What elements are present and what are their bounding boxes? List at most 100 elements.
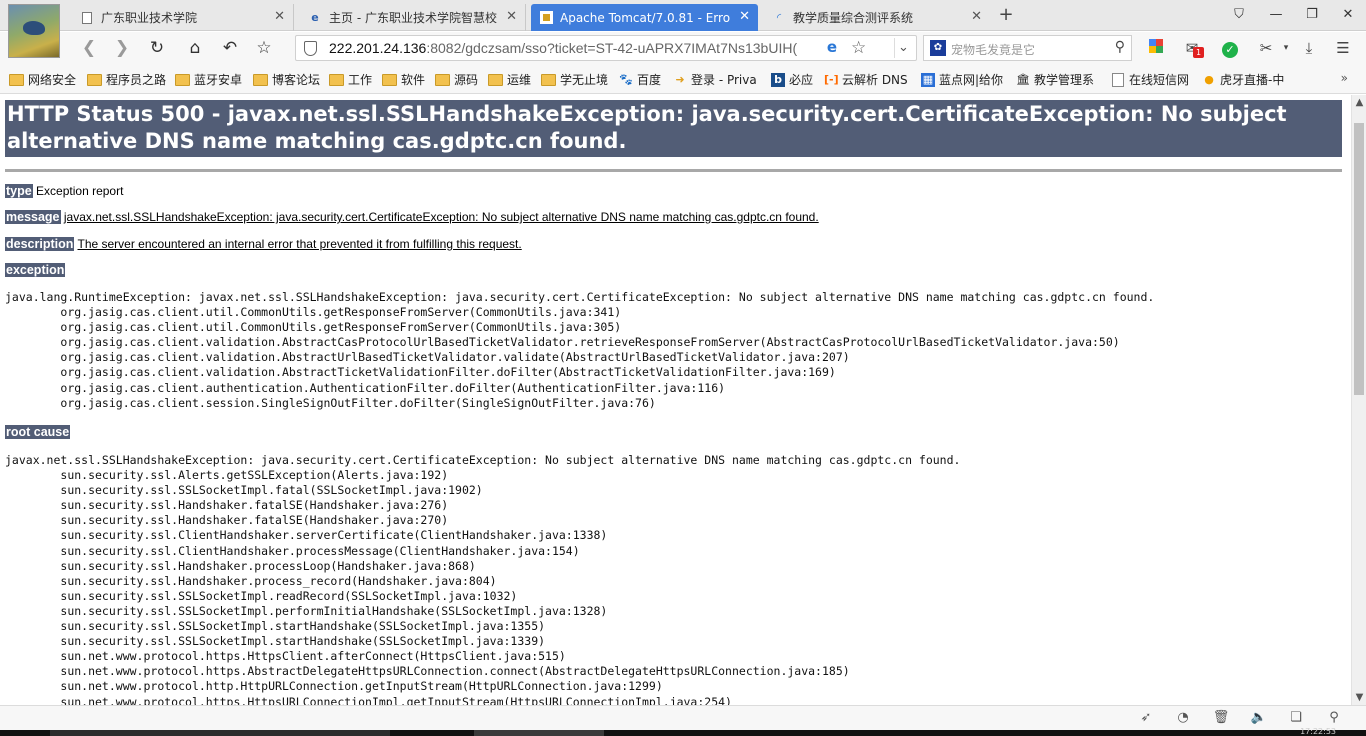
page-icon bbox=[1112, 72, 1124, 87]
login-icon: ➜ bbox=[675, 72, 685, 86]
close-tab-icon[interactable]: ✕ bbox=[739, 9, 750, 24]
baidu-paw-icon: 🐾 bbox=[619, 72, 633, 86]
bookmark-teaching-admin[interactable]: 🏛 教学管理系 bbox=[1016, 71, 1094, 88]
security-shield-icon[interactable] bbox=[304, 41, 317, 56]
download-icon[interactable]: ⤓ bbox=[1299, 38, 1319, 58]
tab-tomcat-error[interactable]: Apache Tomcat/7.0.81 - Erro ✕ bbox=[531, 4, 758, 31]
huya-icon: ● bbox=[1204, 72, 1214, 86]
bookmark-folder[interactable]: 运维 bbox=[488, 71, 531, 88]
bookmark-folder[interactable]: 软件 bbox=[382, 71, 425, 88]
bookmark-label: 教学管理系 bbox=[1034, 73, 1095, 87]
user-avatar[interactable] bbox=[8, 4, 60, 58]
bookmark-label: 学无止境 bbox=[560, 73, 609, 87]
bookmark-label: 工作 bbox=[348, 73, 373, 87]
taskbar-clock: 17:22:53 bbox=[1300, 727, 1336, 736]
bookmark-label: 源码 bbox=[454, 73, 479, 87]
vertical-scrollbar[interactable]: ▲ ▼ bbox=[1351, 95, 1366, 705]
type-row: type Exception report bbox=[5, 184, 123, 199]
bookmark-label: 在线短信网 bbox=[1129, 73, 1190, 87]
ie-compat-icon[interactable]: e bbox=[823, 38, 841, 56]
home-icon[interactable]: ⌂ bbox=[184, 37, 206, 59]
type-value: Exception report bbox=[36, 184, 124, 198]
bookmark-label: 运维 bbox=[507, 73, 532, 87]
zoom-icon[interactable]: ⚲ bbox=[1325, 709, 1343, 727]
bookmark-bing[interactable]: b 必应 bbox=[771, 71, 813, 88]
tab-home-portal[interactable]: e 主页 - 广东职业技术学院智慧校 ✕ bbox=[300, 4, 526, 31]
tab-teaching-quality[interactable]: ◜ 教学质量综合测评系统 ✕ bbox=[764, 4, 990, 31]
divider bbox=[5, 169, 1342, 172]
undo-icon[interactable]: ↶ bbox=[219, 37, 241, 59]
folder-icon bbox=[488, 73, 503, 86]
description-label: description bbox=[5, 237, 75, 251]
bookmark-landian[interactable]: ▦ 蓝点网|给你 bbox=[921, 71, 1003, 88]
speed-gauge-icon[interactable]: ◔ bbox=[1174, 709, 1192, 727]
bookmark-cloud-dns[interactable]: [-] 云解析 DNS bbox=[824, 71, 908, 88]
close-window-icon[interactable]: ✕ bbox=[1334, 5, 1362, 25]
error-heading: HTTP Status 500 - javax.net.ssl.SSLHands… bbox=[5, 100, 1342, 157]
taskbar-search[interactable] bbox=[50, 730, 390, 736]
folder-icon bbox=[329, 73, 344, 86]
search-suggestion[interactable]: 宠物毛发竟是它 bbox=[951, 41, 1101, 58]
url-text[interactable]: 222.201.24.136:8082/gdczsam/sso?ticket=S… bbox=[329, 40, 817, 56]
tab-gdptc[interactable]: 广东职业技术学院 ✕ bbox=[72, 4, 294, 31]
chevron-down-icon[interactable]: ⌄ bbox=[894, 38, 912, 58]
scissors-icon[interactable]: ✂ bbox=[1256, 38, 1276, 58]
tomcat-icon bbox=[539, 11, 553, 25]
folder-icon bbox=[9, 73, 24, 86]
folder-icon bbox=[87, 73, 102, 86]
search-box[interactable]: ✿ 宠物毛发竟是它 ⚲ bbox=[923, 35, 1132, 61]
bing-icon: b bbox=[771, 72, 785, 87]
bookmarks-overflow-icon[interactable]: » bbox=[1341, 71, 1348, 85]
bookmark-login[interactable]: ➜ 登录 - Priva bbox=[673, 71, 756, 88]
forward-icon[interactable]: ❯ bbox=[111, 37, 133, 59]
back-icon[interactable]: ❮ bbox=[78, 37, 100, 59]
search-icon[interactable]: ⚲ bbox=[1115, 39, 1125, 55]
volume-icon[interactable]: 🔈 bbox=[1250, 709, 1268, 727]
close-tab-icon[interactable]: ✕ bbox=[506, 9, 517, 24]
check-shield-icon[interactable]: ✓ bbox=[1220, 38, 1240, 58]
scroll-thumb[interactable] bbox=[1354, 123, 1364, 395]
trash-icon[interactable]: 🗑 bbox=[1212, 709, 1230, 727]
window-icon[interactable]: ❏ bbox=[1287, 709, 1305, 727]
shirt-skin-icon[interactable]: ⛉ bbox=[1225, 5, 1253, 25]
taskbar-app[interactable] bbox=[474, 730, 604, 736]
institution-icon: 🏛 bbox=[1016, 72, 1030, 86]
caret-down-icon[interactable]: ▾ bbox=[1276, 38, 1296, 58]
search-engine-icon[interactable]: ✿ bbox=[930, 40, 946, 56]
apps-grid-icon[interactable] bbox=[1146, 38, 1166, 58]
bookmark-label: 蓝点网|给你 bbox=[939, 73, 1003, 87]
tab-bar: 广东职业技术学院 ✕ e 主页 - 广东职业技术学院智慧校 ✕ Apache T… bbox=[0, 0, 1366, 58]
scroll-up-icon[interactable]: ▲ bbox=[1352, 97, 1366, 108]
bookmark-folder[interactable]: 网络安全 bbox=[9, 71, 76, 88]
bookmark-folder[interactable]: 工作 bbox=[329, 71, 372, 88]
favorite-star-icon[interactable]: ☆ bbox=[851, 38, 866, 58]
rocket-icon[interactable]: ➶ bbox=[1137, 709, 1155, 727]
close-tab-icon[interactable]: ✕ bbox=[274, 9, 285, 24]
root-cause-row: root cause bbox=[5, 425, 71, 440]
new-tab-icon[interactable]: + bbox=[996, 4, 1016, 26]
folder-icon bbox=[541, 73, 556, 86]
bookmark-label: 蓝牙安卓 bbox=[194, 73, 243, 87]
bookmark-folder[interactable]: 源码 bbox=[435, 71, 478, 88]
description-row: description The server encountered an in… bbox=[5, 237, 522, 252]
bookmark-folder[interactable]: 程序员之路 bbox=[87, 71, 166, 88]
minimize-icon[interactable]: — bbox=[1262, 5, 1290, 25]
bookmark-folder[interactable]: 蓝牙安卓 bbox=[175, 71, 242, 88]
bookmark-huya[interactable]: ● 虎牙直播-中 bbox=[1202, 71, 1284, 88]
bookmark-folder[interactable]: 学无止境 bbox=[541, 71, 608, 88]
bookmark-label: 程序员之路 bbox=[106, 73, 167, 87]
bookmark-star-icon[interactable]: ☆ bbox=[253, 37, 275, 59]
bookmark-label: 网络安全 bbox=[28, 73, 77, 87]
bookmark-sms[interactable]: 在线短信网 bbox=[1112, 71, 1189, 88]
reload-icon[interactable]: ↻ bbox=[146, 37, 168, 59]
bookmark-baidu[interactable]: 🐾 百度 bbox=[619, 71, 661, 88]
close-tab-icon[interactable]: ✕ bbox=[971, 9, 982, 24]
restore-icon[interactable]: ❐ bbox=[1298, 5, 1326, 25]
loading-icon: ◜ bbox=[776, 11, 782, 24]
menu-icon[interactable]: ☰ bbox=[1333, 38, 1353, 58]
bookmark-folder[interactable]: 博客论坛 bbox=[253, 71, 320, 88]
bookmark-label: 必应 bbox=[789, 73, 814, 87]
address-bar[interactable]: 222.201.24.136:8082/gdczsam/sso?ticket=S… bbox=[295, 35, 917, 61]
mail-icon[interactable]: ✉ 1 bbox=[1182, 38, 1204, 58]
scroll-down-icon[interactable]: ▼ bbox=[1352, 692, 1366, 703]
